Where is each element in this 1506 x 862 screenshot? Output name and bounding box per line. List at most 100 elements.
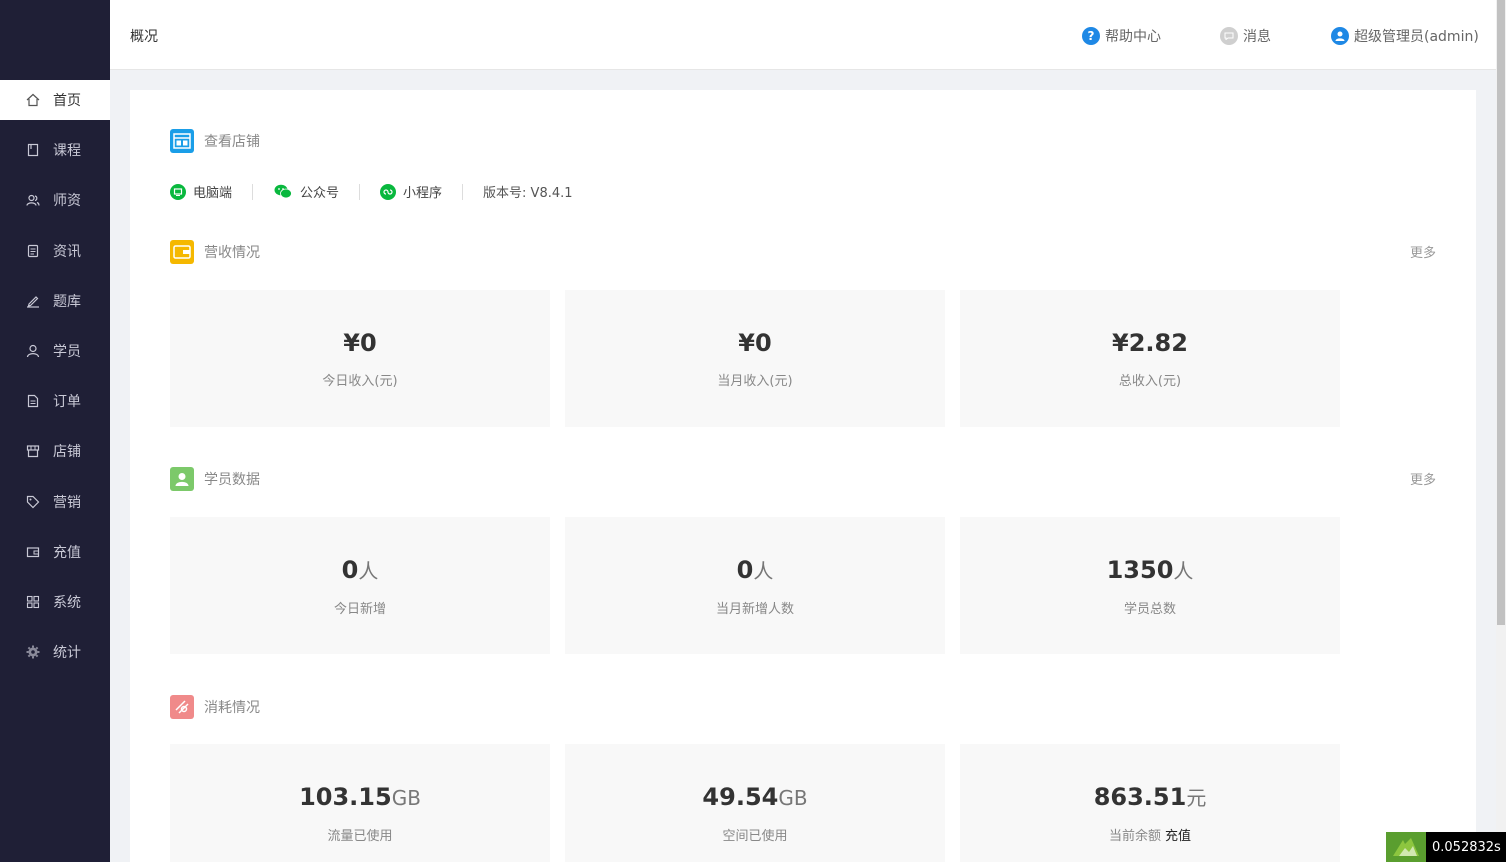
sidebar-item-question-bank[interactable]: 题库 xyxy=(0,281,110,321)
wallet-section-icon xyxy=(170,240,194,264)
platform-links: 电脑端 公众号 小程序 版本号: V8.4.1 xyxy=(170,182,573,201)
top-header: 概况 ? 帮助中心 消息 超级管理员(admin) xyxy=(110,0,1496,70)
platform-wechat-label: 公众号 xyxy=(300,186,340,201)
sidebar-item-teachers[interactable]: 师资 xyxy=(0,180,110,220)
platform-miniprogram-label: 小程序 xyxy=(403,186,443,201)
divider xyxy=(252,183,254,200)
stat-value: 49.54GB xyxy=(702,782,808,811)
stat-value: 0人 xyxy=(341,555,379,584)
revenue-more-link[interactable]: 更多 xyxy=(1410,242,1436,261)
gear-icon xyxy=(25,644,41,660)
revenue-section-header: 营收情况 xyxy=(170,240,260,264)
pen-icon xyxy=(25,293,41,309)
student-cards: 0人 今日新增 0人 当月新增人数 1350人 学员总数 xyxy=(170,517,1355,654)
grid-icon xyxy=(25,594,41,610)
sidebar-item-label: 资讯 xyxy=(53,243,81,260)
consumption-section-header: 消耗情况 xyxy=(170,695,260,719)
sidebar-item-store[interactable]: 店铺 xyxy=(0,431,110,471)
stat-value: 103.15GB xyxy=(299,782,421,811)
divider xyxy=(359,183,361,200)
stat-label: 当月收入(元) xyxy=(717,374,793,389)
consumption-section-icon xyxy=(170,695,194,719)
sidebar-item-label: 统计 xyxy=(53,645,81,662)
sidebar-item-news[interactable]: 资讯 xyxy=(0,231,110,271)
sidebar-item-orders[interactable]: 订单 xyxy=(0,381,110,421)
stat-card-month-revenue: ¥0 当月收入(元) xyxy=(565,290,945,427)
teachers-icon xyxy=(25,192,41,208)
sidebar-item-label: 首页 xyxy=(53,93,81,109)
user-avatar-icon xyxy=(1331,27,1349,45)
sidebar-item-recharge[interactable]: 充值 xyxy=(0,532,110,572)
debug-timer-badge: 0.052832s xyxy=(1386,832,1506,862)
sidebar-item-statistics[interactable]: 统计 xyxy=(0,632,110,672)
stat-label: 当月新增人数 xyxy=(715,601,794,617)
sidebar: 首页 课程 师资 资讯 题库 学员 订单 店铺 营销 充值 系统 统计 xyxy=(0,0,110,862)
scrollbar-thumb[interactable] xyxy=(1497,0,1505,625)
sidebar-item-marketing[interactable]: 营销 xyxy=(0,482,110,522)
stat-card-balance: 863.51元 当前余额 充值 xyxy=(960,744,1340,862)
store-section-icon xyxy=(170,129,194,153)
stat-label: 今日新增 xyxy=(333,601,386,617)
stat-label: 今日收入(元) xyxy=(322,374,398,389)
messages-label: 消息 xyxy=(1243,29,1271,45)
wallet-icon xyxy=(25,544,41,560)
store-icon xyxy=(25,443,41,459)
version-text: 版本号: V8.4.1 xyxy=(483,186,573,201)
stat-label: 流量已使用 xyxy=(327,828,393,844)
help-center-link[interactable]: ? 帮助中心 xyxy=(1082,26,1161,46)
sidebar-item-label: 课程 xyxy=(53,143,81,160)
sidebar-item-system[interactable]: 系统 xyxy=(0,582,110,622)
sidebar-item-label: 营销 xyxy=(53,494,81,511)
store-section-title[interactable]: 查看店铺 xyxy=(204,131,260,151)
stat-card-total-students: 1350人 学员总数 xyxy=(960,517,1340,654)
student-section-icon xyxy=(170,467,194,491)
book-icon xyxy=(25,142,41,158)
user-name: 超级管理员(admin) xyxy=(1354,29,1479,45)
sidebar-item-label: 师资 xyxy=(53,193,81,210)
sidebar-nav: 首页 课程 师资 资讯 题库 学员 订单 店铺 营销 充值 系统 统计 xyxy=(0,80,110,682)
stat-card-traffic-used: 103.15GB 流量已使用 xyxy=(170,744,550,862)
sidebar-item-label: 系统 xyxy=(53,594,81,611)
platform-pc-link[interactable]: 电脑端 xyxy=(170,182,232,201)
message-icon xyxy=(1220,27,1238,45)
students-more-link[interactable]: 更多 xyxy=(1410,469,1436,488)
sidebar-item-students[interactable]: 学员 xyxy=(0,331,110,371)
stat-label: 学员总数 xyxy=(1123,601,1176,617)
stat-card-month-new: 0人 当月新增人数 xyxy=(565,517,945,654)
help-icon: ? xyxy=(1082,27,1100,45)
divider xyxy=(462,183,464,200)
dashboard-panel: 查看店铺 电脑端 公众号 小程序 版本号: V8.4.1 营收情况 更多 ¥0 … xyxy=(130,90,1476,862)
recharge-link[interactable]: 充值 xyxy=(1165,829,1191,844)
stat-card-today-new: 0人 今日新增 xyxy=(170,517,550,654)
home-icon xyxy=(25,92,41,108)
stat-value: ¥0 xyxy=(343,329,377,357)
sidebar-item-label: 店铺 xyxy=(53,444,81,461)
help-center-label: 帮助中心 xyxy=(1105,29,1161,45)
sidebar-item-courses[interactable]: 课程 xyxy=(0,130,110,170)
stat-label: 总收入(元) xyxy=(1118,374,1182,389)
stat-value: ¥2.82 xyxy=(1112,329,1188,357)
breadcrumb: 概况 xyxy=(130,29,158,45)
sidebar-item-label: 充值 xyxy=(53,544,81,561)
tag-icon xyxy=(25,494,41,510)
messages-link[interactable]: 消息 xyxy=(1220,26,1271,46)
user-menu[interactable]: 超级管理员(admin) xyxy=(1331,26,1479,46)
store-section-header: 查看店铺 xyxy=(170,129,260,153)
stat-value: ¥0 xyxy=(738,329,772,357)
stat-value: 863.51元 xyxy=(1093,782,1207,811)
stat-value: 0人 xyxy=(736,555,774,584)
user-icon xyxy=(25,343,41,359)
platform-wechat-link[interactable]: 公众号 xyxy=(273,182,339,201)
sidebar-item-home[interactable]: 首页 xyxy=(0,80,110,120)
stat-label: 当前余额 充值 xyxy=(1108,828,1192,844)
platform-miniprogram-link[interactable]: 小程序 xyxy=(380,182,442,201)
stat-value: 1350人 xyxy=(1106,555,1194,584)
students-section-title: 学员数据 xyxy=(204,472,260,488)
miniprogram-icon xyxy=(380,183,397,200)
sidebar-item-label: 学员 xyxy=(53,343,81,360)
debug-logo-icon xyxy=(1386,832,1426,862)
stat-label: 空间已使用 xyxy=(722,828,788,844)
stat-card-space-used: 49.54GB 空间已使用 xyxy=(565,744,945,862)
revenue-cards: ¥0 今日收入(元) ¥0 当月收入(元) ¥2.82 总收入(元) xyxy=(170,290,1355,427)
debug-timer-text: 0.052832s xyxy=(1432,839,1501,855)
